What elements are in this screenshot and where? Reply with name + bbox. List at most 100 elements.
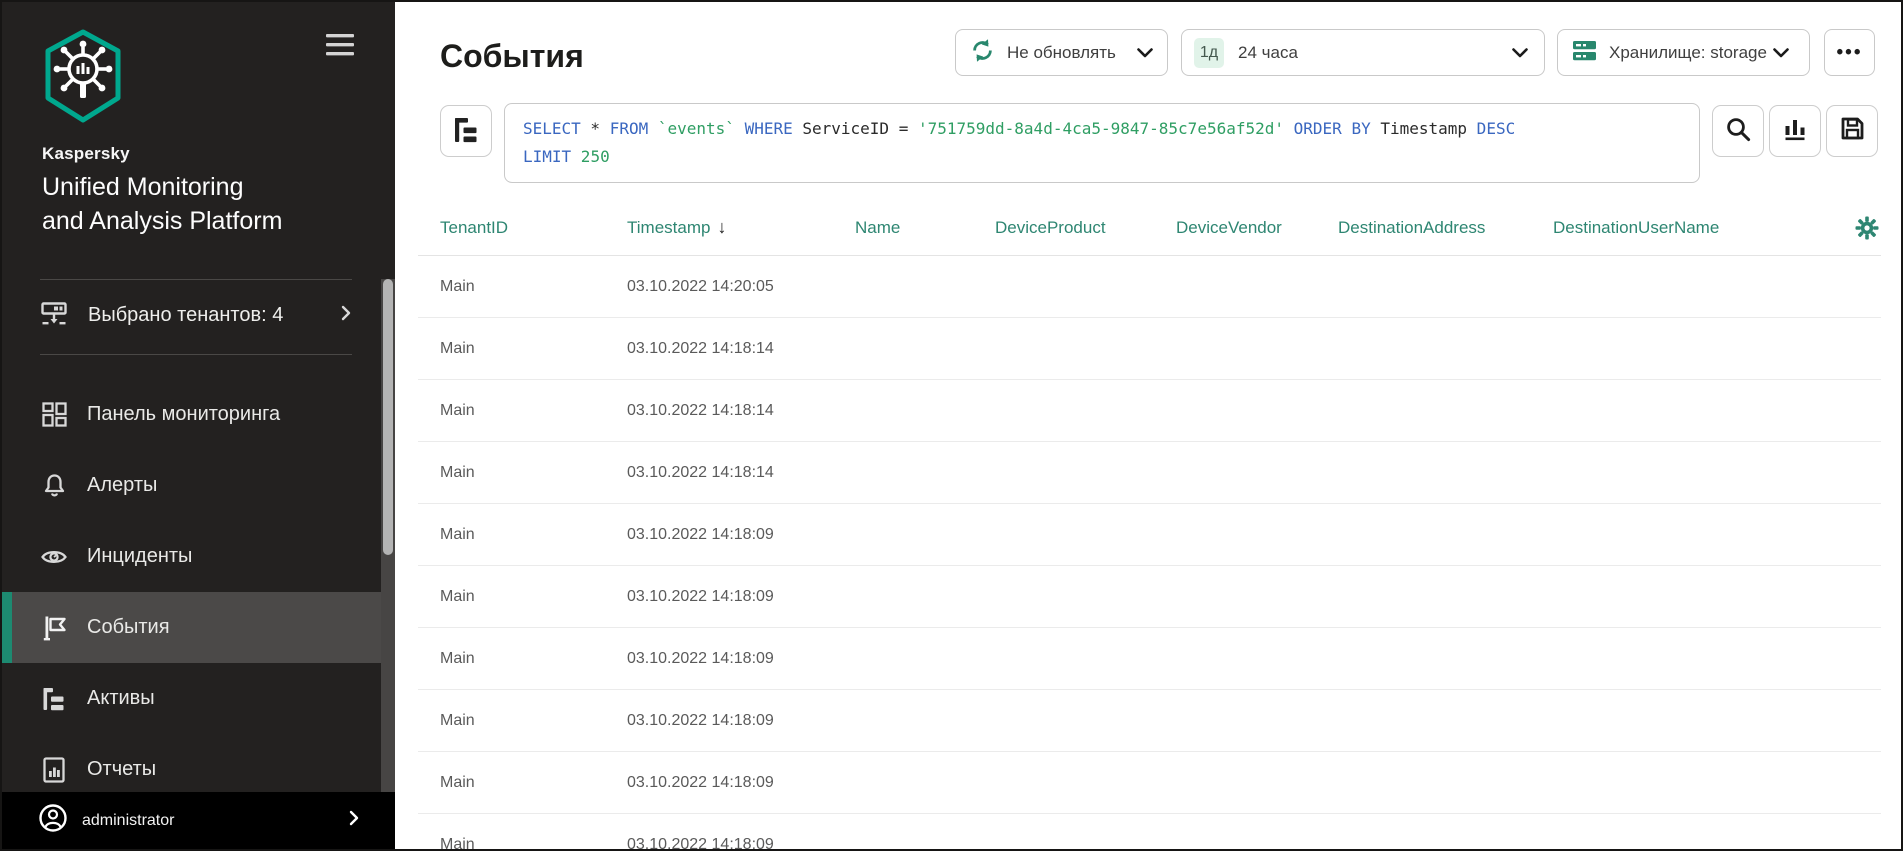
column-header-DeviceProduct[interactable]: DeviceProduct [995,218,1176,238]
kaspersky-logo-icon [40,28,126,133]
cell-TenantID: Main [440,773,475,791]
chevron-down-icon [1137,43,1153,63]
column-header-DeviceVendor[interactable]: DeviceVendor [1176,218,1338,238]
bell-icon [40,472,68,499]
column-header-label: Timestamp [627,217,711,237]
hamburger-menu-icon[interactable] [324,32,358,58]
table-row[interactable]: Main 03.10.2022 14:18:09 [418,814,1881,850]
user-avatar-icon [38,803,68,838]
sidebar-item-assets[interactable]: Активы [2,663,385,734]
chevron-down-icon [1773,43,1789,63]
query-token: ServiceID [792,119,890,138]
cell-Timestamp: 03.10.2022 14:18:14 [627,401,774,419]
query-token: '751759dd-8a4d-4ca5-9847-85c7e56af52d' [908,119,1285,138]
sidebar-item-label: Алерты [87,474,158,496]
cell-Timestamp: 03.10.2022 14:18:14 [627,463,774,481]
table-row[interactable]: Main 03.10.2022 14:18:09 [418,628,1881,690]
tree-icon [451,114,481,149]
refresh-icon [970,38,995,68]
column-header-DestinationUserName[interactable]: DestinationUserName [1553,218,1813,238]
table-row[interactable]: Main 03.10.2022 14:18:09 [418,566,1881,628]
period-badge: 1д [1194,37,1224,68]
query-token: 250 [571,147,610,166]
report-icon [40,756,68,784]
column-header-TenantID[interactable]: TenantID [418,218,627,238]
table-row[interactable]: Main 03.10.2022 14:18:14 [418,318,1881,380]
sidebar-scrollbar-thumb[interactable] [383,279,393,555]
cell-TenantID: Main [440,463,475,481]
sidebar-menu: Панель мониторинга Алерты Инциденты События… [2,379,385,805]
tenant-selector-label: Выбрано тенантов: 4 [88,303,284,326]
save-query-button[interactable] [1826,105,1878,157]
events-table: TenantID Timestamp ↓ Name DeviceProduct Devic… [418,200,1881,849]
sidebar-item-label: События [87,616,170,638]
page-title: События [440,38,584,74]
search-button[interactable] [1712,105,1764,157]
chart-view-button[interactable] [1769,105,1821,157]
query-token: LIMIT [523,147,572,166]
cell-Timestamp: 03.10.2022 14:20:05 [627,277,774,295]
table-header-cells: TenantID Timestamp ↓ Name DeviceProduct Devic… [418,217,1813,238]
storage-dropdown[interactable]: Хранилище: storage [1557,29,1810,76]
cell-TenantID: Main [440,649,475,667]
cell-Timestamp: 03.10.2022 14:18:09 [627,711,774,729]
column-header-Name[interactable]: Name [855,218,995,238]
refresh-dropdown-label: Не обновлять [1007,42,1116,62]
sidebar-item-incidents[interactable]: Инциденты [2,521,385,592]
divider [40,354,352,355]
query-builder-button[interactable] [440,105,492,157]
column-settings-gear-icon[interactable] [1855,216,1879,240]
cell-TenantID: Main [440,711,475,729]
cell-Timestamp: 03.10.2022 14:18:09 [627,835,774,850]
tenant-selector[interactable]: Выбрано тенантов: 4 [2,288,385,342]
column-header-label: DeviceVendor [1176,217,1282,237]
refresh-dropdown[interactable]: Не обновлять [955,29,1168,76]
eye-icon [40,543,68,571]
query-token: = [889,119,909,138]
query-token: BY [1341,119,1371,138]
table-row[interactable]: Main 03.10.2022 14:18:09 [418,504,1881,566]
query-token: `events` [648,119,735,138]
chevron-right-icon [349,810,359,831]
sql-query-input[interactable]: SELECT * FROM `events` WHERE ServiceID =… [504,103,1700,183]
query-token: * [580,119,601,138]
column-header-label: DestinationAddress [1338,217,1486,237]
column-header-DestinationAddress[interactable]: DestinationAddress [1338,218,1553,238]
sidebar: Kaspersky Unified Monitoring and Analysi… [2,2,395,849]
sidebar-scrollbar-track[interactable] [381,279,395,792]
column-header-label: Name [855,217,901,237]
query-token: SELECT [523,119,581,138]
table-row[interactable]: Main 03.10.2022 14:18:09 [418,752,1881,814]
table-row[interactable]: Main 03.10.2022 14:18:14 [418,380,1881,442]
more-actions-button[interactable]: ••• [1824,29,1875,76]
table-row[interactable]: Main 03.10.2022 14:20:05 [418,256,1881,318]
divider [40,279,352,280]
table-row[interactable]: Main 03.10.2022 14:18:09 [418,690,1881,752]
table-row[interactable]: Main 03.10.2022 14:18:14 [418,442,1881,504]
product-name: Unified Monitoring and Analysis Platform [42,173,283,235]
column-header-label: DestinationUserName [1553,217,1720,237]
sidebar-item-events[interactable]: События [2,592,385,663]
cell-TenantID: Main [440,339,475,357]
table-header: TenantID Timestamp ↓ Name DeviceProduct Devic… [418,200,1881,256]
cell-Timestamp: 03.10.2022 14:18:09 [627,525,774,543]
search-icon [1724,115,1752,148]
query-token: WHERE [734,119,793,138]
period-dropdown[interactable]: 1д 24 часа [1181,29,1545,76]
dashboard-icon [40,401,68,428]
cell-Timestamp: 03.10.2022 14:18:14 [627,339,774,357]
cell-Timestamp: 03.10.2022 14:18:09 [627,587,774,605]
table-body: Main 03.10.2022 14:20:05 Main 03.10.2022 14… [418,256,1881,849]
user-name: administrator [82,811,175,829]
sort-desc-arrow-icon: ↓ [717,217,727,237]
sidebar-item-dashboard[interactable]: Панель мониторинга [2,379,385,450]
user-menu[interactable]: administrator [2,792,395,849]
cell-TenantID: Main [440,277,475,295]
query-line: SELECT * FROM `events` WHERE ServiceID =… [523,115,1681,143]
storage-dropdown-label: Хранилище: storage [1609,42,1767,62]
save-icon [1839,115,1866,147]
sidebar-item-label: Отчеты [87,758,157,780]
cell-Timestamp: 03.10.2022 14:18:09 [627,649,774,667]
sidebar-item-alerts[interactable]: Алерты [2,450,385,521]
column-header-Timestamp[interactable]: Timestamp ↓ [627,217,855,238]
